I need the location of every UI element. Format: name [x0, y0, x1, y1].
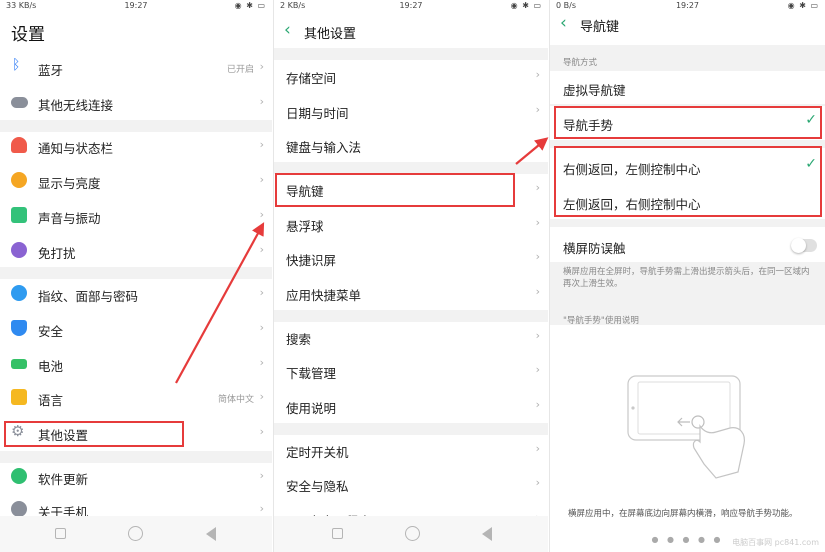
arrow-to-other-settings [175, 222, 265, 384]
annotation-arrows [175, 137, 549, 384]
arrow-to-navigation-keys [515, 137, 549, 165]
